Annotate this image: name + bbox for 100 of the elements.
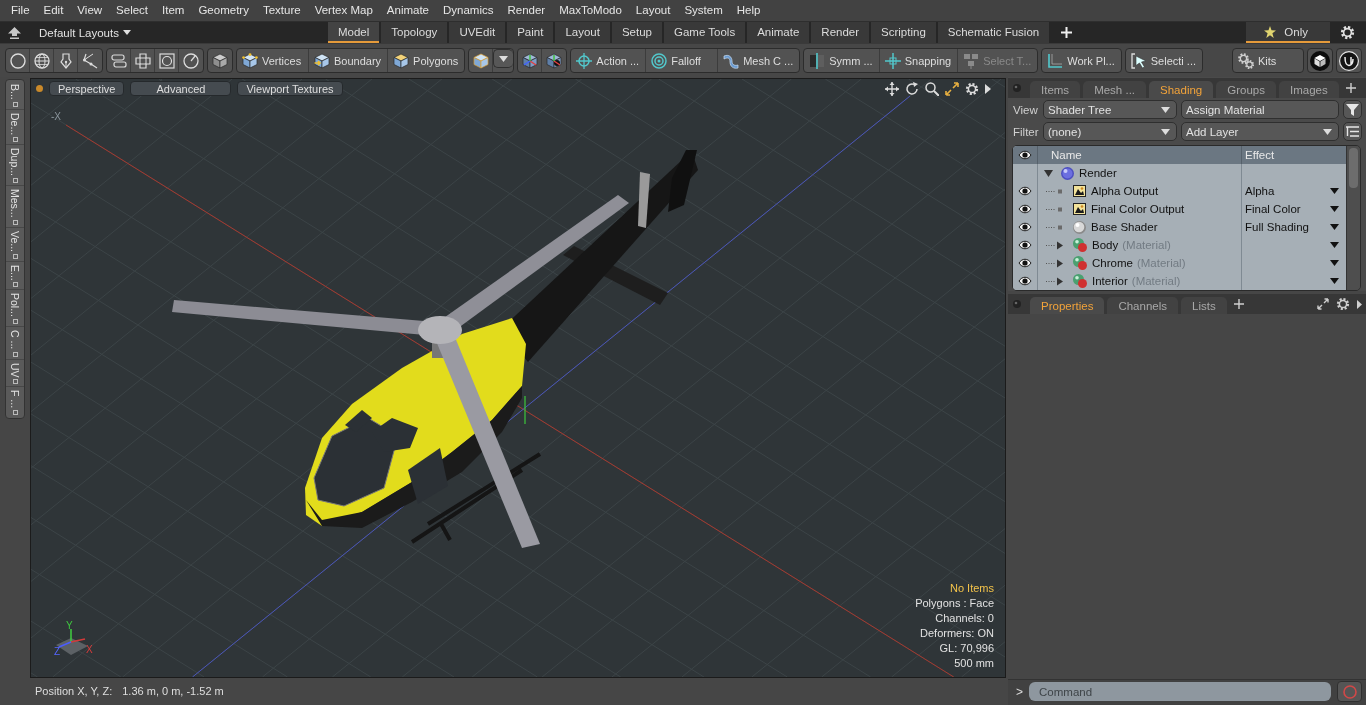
up-arrow-icon[interactable] — [8, 26, 21, 39]
column-header[interactable]: Name — [1051, 149, 1082, 161]
panel-tab[interactable]: Lists — [1181, 297, 1227, 314]
panel-tab[interactable]: Properties — [1030, 297, 1105, 314]
add-icon[interactable] — [1233, 299, 1244, 309]
menu-item[interactable]: File — [4, 0, 37, 21]
tool-button[interactable] — [207, 48, 233, 73]
menu-item[interactable]: Texture — [255, 0, 308, 21]
eye-icon[interactable] — [1018, 276, 1032, 286]
menu-item[interactable]: Dynamics — [436, 0, 501, 21]
filter-button[interactable] — [1343, 100, 1362, 119]
viewport[interactable]: Perspective Advanced Viewport Textures -X Y Z X No Items Polygons : Face Channels: 0 Deformers: ON GL: 70,996 500 mm — [30, 78, 1006, 678]
layout-tab[interactable]: Topology — [381, 22, 448, 43]
panel-tab[interactable]: Mesh ... — [1083, 81, 1147, 98]
tool-tab[interactable]: Pol... — [6, 290, 24, 328]
panel-tab[interactable]: Groups — [1216, 81, 1276, 98]
viewport-button[interactable]: Perspective — [49, 81, 125, 96]
menu-item[interactable]: MaxToModo — [552, 0, 629, 21]
menu-item[interactable]: Geometry — [191, 0, 256, 21]
effect-dropdown[interactable]: Full Shading — [1242, 218, 1346, 236]
arrow-right-icon[interactable] — [985, 84, 991, 94]
tool-button[interactable]: Selecti ... — [1124, 48, 1203, 73]
tool-tab[interactable]: E... — [6, 261, 24, 291]
layout-tab[interactable]: Scripting — [871, 22, 936, 43]
expand-icon[interactable] — [1317, 298, 1329, 310]
effect-dropdown[interactable]: Final Color — [1242, 200, 1346, 218]
tool-tab[interactable]: Ve... — [6, 227, 24, 262]
only-toggle[interactable]: Only — [1246, 22, 1330, 43]
panel-tab[interactable]: Channels — [1107, 297, 1178, 314]
arrow-right-icon[interactable] — [1357, 299, 1362, 309]
effect-dropdown[interactable]: Alpha — [1242, 182, 1346, 200]
settings-icon[interactable] — [1336, 297, 1350, 311]
add-icon[interactable] — [1345, 83, 1356, 93]
menu-item[interactable]: Help — [729, 0, 768, 21]
tool-button[interactable]: Mesh C ... — [718, 49, 800, 72]
viewport-button[interactable]: Advanced — [130, 81, 232, 96]
tool-button[interactable]: Falloff — [646, 49, 719, 72]
list-options-button[interactable] — [1343, 122, 1362, 141]
maximize-icon[interactable] — [945, 82, 959, 96]
tool-tab[interactable]: De... — [6, 109, 24, 145]
tool-button[interactable]: Symm ... — [804, 49, 880, 72]
expand-arrow-icon[interactable] — [1046, 276, 1063, 286]
menu-item[interactable]: System — [677, 0, 730, 21]
view-dropdown[interactable]: Shader Tree — [1043, 100, 1177, 119]
expand-arrow-icon[interactable] — [1046, 258, 1063, 268]
record-button[interactable] — [1337, 681, 1362, 702]
tool-button[interactable]: Vertices — [237, 49, 309, 72]
layout-tab[interactable]: Setup — [611, 22, 662, 43]
layout-tab[interactable]: Model — [328, 22, 380, 43]
settings-icon[interactable] — [965, 82, 979, 96]
eye-icon[interactable] — [1018, 150, 1032, 160]
layout-tab[interactable]: Render — [811, 22, 870, 43]
column-header[interactable]: Effect — [1245, 149, 1275, 161]
scrollbar-thumb[interactable] — [1349, 148, 1358, 188]
rotate-icon[interactable] — [905, 82, 919, 96]
tool-button[interactable]: Boundary — [309, 49, 389, 72]
layout-tab[interactable]: Game Tools — [664, 22, 746, 43]
panel-tab[interactable]: Images — [1278, 81, 1339, 98]
tool-button[interactable]: Polygons — [388, 49, 465, 72]
move-icon[interactable] — [885, 82, 899, 96]
settings-icon[interactable] — [1340, 25, 1355, 40]
add-layer-dropdown[interactable]: Add Layer — [1181, 122, 1339, 141]
filter-dropdown[interactable]: (none) — [1043, 122, 1177, 141]
viewport-button[interactable]: Viewport Textures — [237, 81, 343, 96]
tool-tab[interactable]: F ... — [6, 387, 24, 418]
tool-tab[interactable]: UV — [6, 359, 24, 388]
tool-button[interactable] — [1307, 48, 1333, 73]
menu-item[interactable]: Vertex Map — [307, 0, 380, 21]
eye-icon[interactable] — [1018, 222, 1032, 232]
layout-tab[interactable]: Layout — [555, 22, 610, 43]
menu-item[interactable]: View — [70, 0, 110, 21]
menu-item[interactable]: Select — [109, 0, 156, 21]
layout-tab[interactable]: Animate — [747, 22, 810, 43]
panel-tab[interactable]: Items — [1030, 81, 1081, 98]
tool-tab[interactable]: C ... — [6, 327, 24, 360]
tool-tab[interactable]: B... — [6, 81, 24, 110]
eye-icon[interactable] — [1018, 186, 1032, 196]
menu-item[interactable]: Render — [500, 0, 553, 21]
menu-item[interactable]: Edit — [36, 0, 71, 21]
panel-tab[interactable]: Shading — [1149, 81, 1214, 98]
tool-button[interactable]: Work Pl... — [1041, 48, 1122, 73]
layout-tab[interactable]: Paint — [507, 22, 554, 43]
command-field[interactable]: Command — [1029, 682, 1331, 701]
menu-item[interactable]: Layout — [628, 0, 678, 21]
tool-tab[interactable]: Mes... — [6, 185, 24, 228]
tool-button[interactable]: Kits — [1232, 48, 1304, 73]
eye-icon[interactable] — [1018, 240, 1032, 250]
assign-material-button[interactable]: Assign Material — [1181, 100, 1339, 119]
eye-icon[interactable] — [1018, 258, 1032, 268]
tool-button[interactable]: Snapping — [879, 49, 959, 72]
collapse-arrow-icon[interactable] — [1044, 169, 1053, 177]
scrollbar[interactable] — [1346, 146, 1360, 290]
tool-button[interactable] — [1336, 48, 1362, 73]
menu-item[interactable]: Animate — [379, 0, 436, 21]
layouts-dropdown[interactable]: Default Layouts — [39, 26, 131, 39]
layout-tab[interactable]: UVEdit — [449, 22, 506, 43]
search-icon[interactable] — [925, 82, 939, 96]
tool-button[interactable]: Action ... — [571, 49, 647, 72]
expand-arrow-icon[interactable] — [1046, 240, 1063, 250]
eye-icon[interactable] — [1018, 204, 1032, 214]
